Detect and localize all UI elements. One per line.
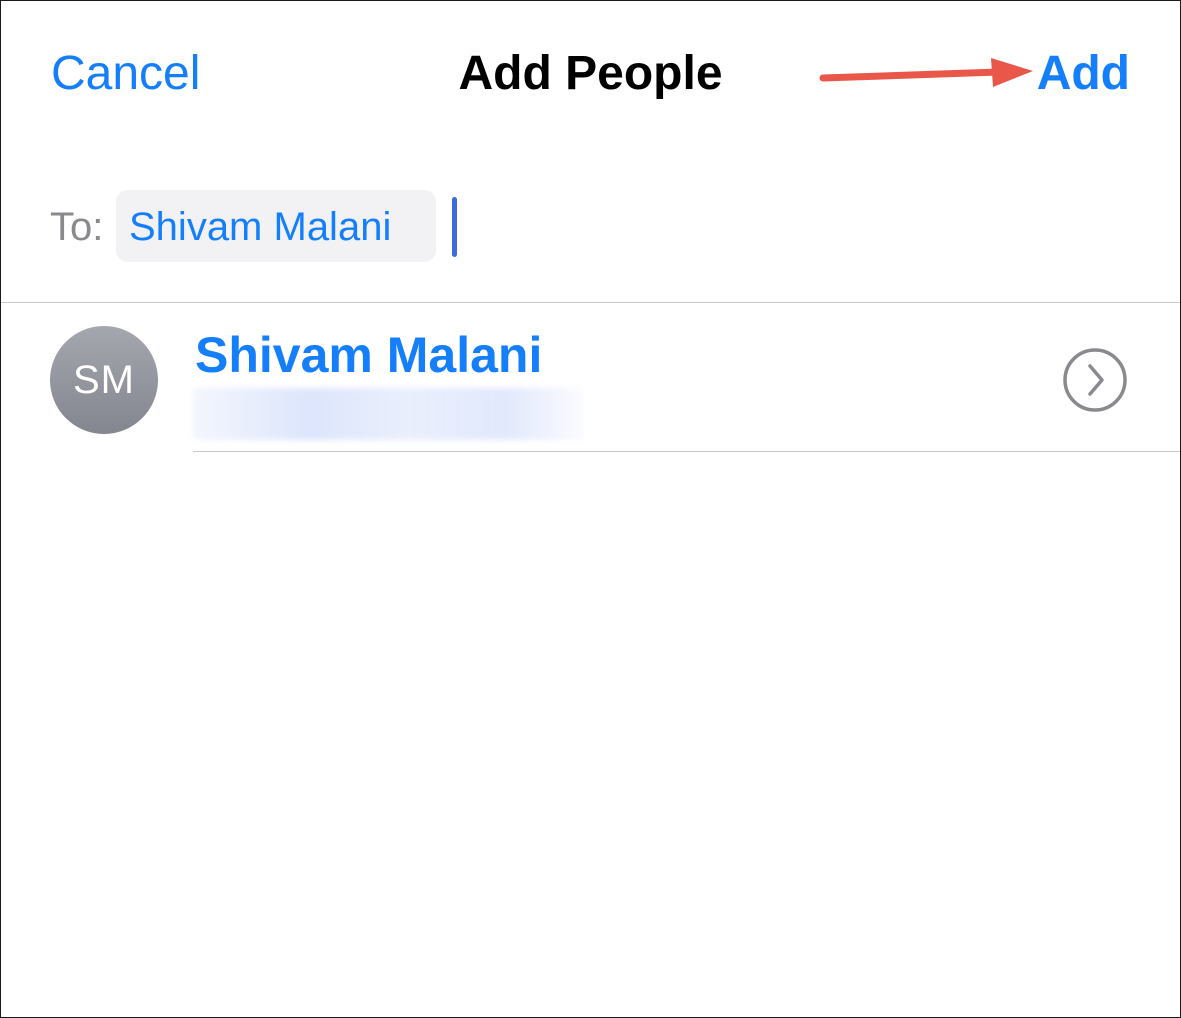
to-label: To: xyxy=(50,205,104,249)
avatar: SM xyxy=(50,326,158,434)
contact-detail-redacted xyxy=(193,388,583,440)
text-cursor xyxy=(452,197,457,257)
contact-name: Shivam Malani xyxy=(195,327,543,383)
avatar-initials: SM xyxy=(73,358,135,402)
row-separator xyxy=(193,451,1180,452)
recipient-token-label: Shivam Malani xyxy=(129,205,392,249)
contact-suggestion-row[interactable]: SM Shivam Malani xyxy=(1,303,1180,452)
recipient-token[interactable]: Shivam Malani xyxy=(116,190,436,262)
chevron-right-circle-icon[interactable] xyxy=(1062,347,1128,413)
navigation-bar: Cancel Add People Add xyxy=(1,1,1180,151)
add-button[interactable]: Add xyxy=(1037,46,1130,102)
arrow-right-annotation-icon xyxy=(819,58,1033,87)
add-people-sheet: Cancel Add People Add To: Shivam Malani … xyxy=(0,0,1181,1018)
recipients-field[interactable]: To: Shivam Malani xyxy=(1,181,1180,271)
